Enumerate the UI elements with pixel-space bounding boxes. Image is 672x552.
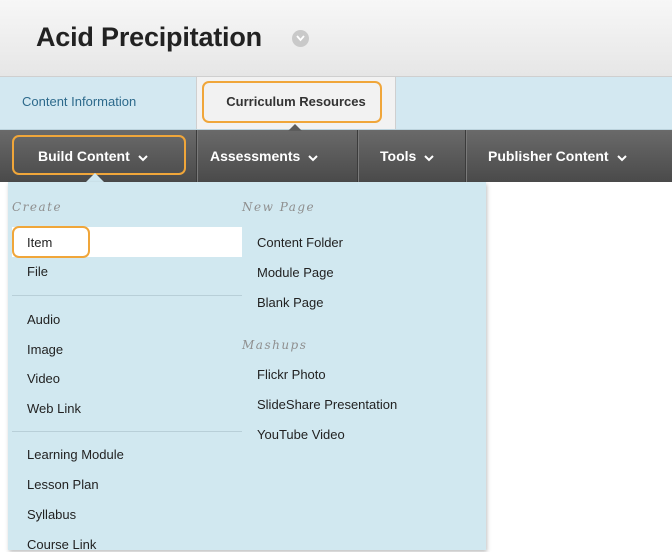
create-heading: Create <box>12 200 63 214</box>
divider <box>196 130 197 182</box>
publisher-content-label: Publisher Content <box>488 148 609 164</box>
tab-curriculum-resources[interactable]: Curriculum Resources <box>196 77 396 129</box>
menu-item-content-folder[interactable]: Content Folder <box>257 235 343 250</box>
assessments-button[interactable]: Assessments <box>210 130 318 182</box>
tab-curriculum-resources-label: Curriculum Resources <box>226 94 366 109</box>
item-highlight-outline <box>12 226 90 258</box>
menu-item-learning-module[interactable]: Learning Module <box>27 447 124 462</box>
divider <box>12 295 242 296</box>
new-page-heading: New Page <box>242 200 316 214</box>
tab-strip: Content Information Curriculum Resources <box>0 77 672 130</box>
active-tab-pointer <box>288 124 302 131</box>
tools-button[interactable]: Tools <box>380 130 435 183</box>
title-menu-chevron-icon[interactable] <box>292 30 309 47</box>
divider <box>465 130 466 182</box>
mashups-heading: Mashups <box>242 338 308 352</box>
menu-item-flickr-photo[interactable]: Flickr Photo <box>257 367 326 382</box>
tab-content-information[interactable]: Content Information <box>22 94 136 109</box>
menu-item-module-page[interactable]: Module Page <box>257 265 334 280</box>
page-title: Acid Precipitation <box>36 22 262 52</box>
chevron-down-icon <box>616 131 627 183</box>
menu-item-image[interactable]: Image <box>27 342 63 357</box>
menu-item-lesson-plan[interactable]: Lesson Plan <box>27 477 99 492</box>
title-bar: Acid Precipitation <box>0 0 672 77</box>
chevron-down-icon <box>424 131 435 183</box>
menu-item-slideshare-presentation[interactable]: SlideShare Presentation <box>257 397 397 412</box>
tools-label: Tools <box>380 148 417 164</box>
menu-item-web-link[interactable]: Web Link <box>27 401 81 416</box>
publisher-content-button[interactable]: Publisher Content <box>488 130 627 182</box>
assessments-label: Assessments <box>210 148 301 164</box>
menu-item-syllabus[interactable]: Syllabus <box>27 507 76 522</box>
menu-item-youtube-video[interactable]: YouTube Video <box>257 427 345 442</box>
menu-item-blank-page[interactable]: Blank Page <box>257 295 324 310</box>
menu-pointer <box>86 173 104 182</box>
chevron-down-icon <box>308 131 318 183</box>
menu-item-audio[interactable]: Audio <box>27 312 60 327</box>
divider <box>12 431 242 432</box>
build-content-highlight-outline <box>12 135 186 175</box>
menu-item-file[interactable]: File <box>27 264 48 279</box>
menu-item-video[interactable]: Video <box>27 371 60 386</box>
divider <box>357 130 358 182</box>
